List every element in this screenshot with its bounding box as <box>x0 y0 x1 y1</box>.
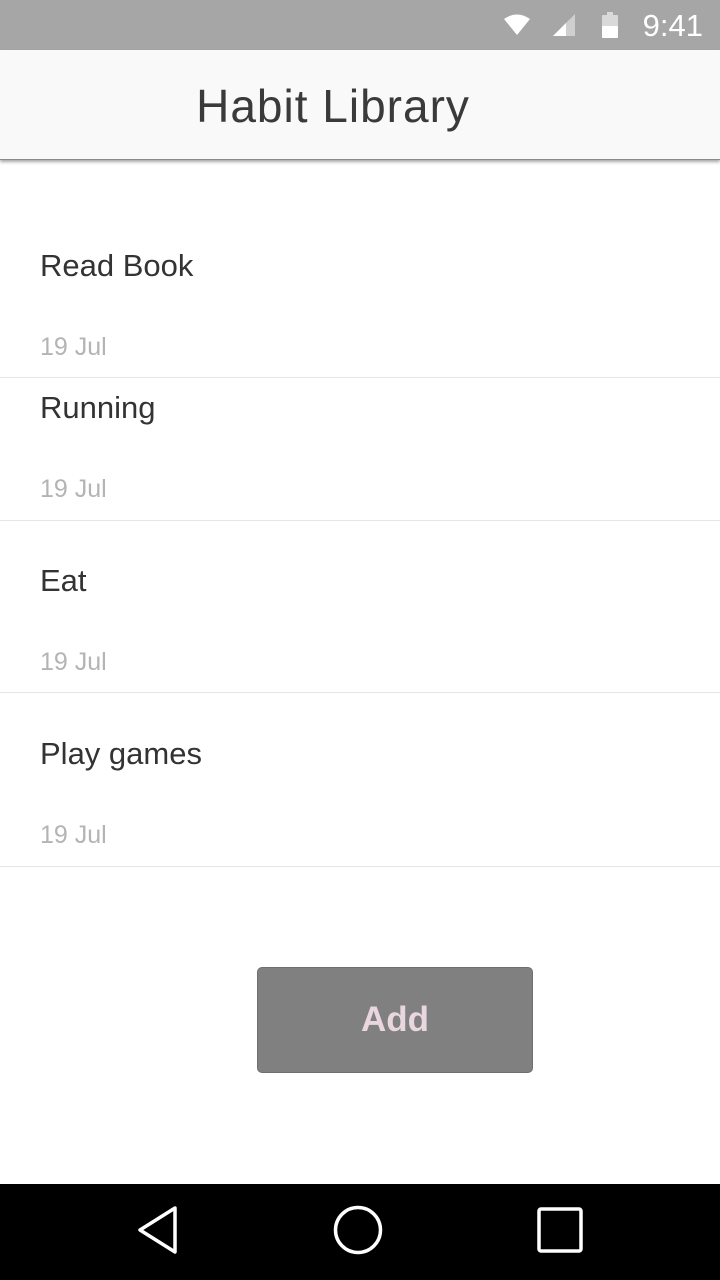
habit-date: 19 Jul <box>40 475 107 503</box>
recents-button[interactable] <box>510 1184 610 1280</box>
list-item[interactable]: Running 19 Jul <box>0 378 720 521</box>
status-time: 9:41 <box>642 8 703 43</box>
habit-date: 19 Jul <box>40 648 107 676</box>
recents-icon <box>536 1206 584 1259</box>
habit-name: Eat <box>40 563 87 598</box>
screen: 9:41 Habit Library Read Book 19 Jul Runn… <box>0 0 720 1280</box>
habit-date: 19 Jul <box>40 821 107 849</box>
app-bar: Habit Library <box>0 50 720 160</box>
habit-name: Play games <box>40 736 202 771</box>
home-button[interactable] <box>308 1184 408 1280</box>
navigation-bar <box>0 1184 720 1280</box>
add-button-label: Add <box>360 1000 430 1039</box>
habit-date: 19 Jul <box>40 333 107 361</box>
list-item[interactable]: Play games 19 Jul <box>0 693 720 867</box>
back-button[interactable] <box>108 1184 208 1280</box>
back-icon <box>134 1204 182 1261</box>
battery-icon <box>598 0 622 50</box>
status-bar: 9:41 <box>0 0 720 50</box>
list-item[interactable]: Eat 19 Jul <box>0 521 720 693</box>
page-title: Habit Library <box>196 80 470 132</box>
home-icon <box>332 1204 384 1261</box>
list-item[interactable]: Read Book 19 Jul <box>0 160 720 378</box>
add-button[interactable]: Add <box>257 967 533 1073</box>
signal-icon <box>549 0 579 50</box>
habit-name: Read Book <box>40 248 194 283</box>
habit-name: Running <box>40 390 156 425</box>
wifi-icon <box>500 0 534 50</box>
